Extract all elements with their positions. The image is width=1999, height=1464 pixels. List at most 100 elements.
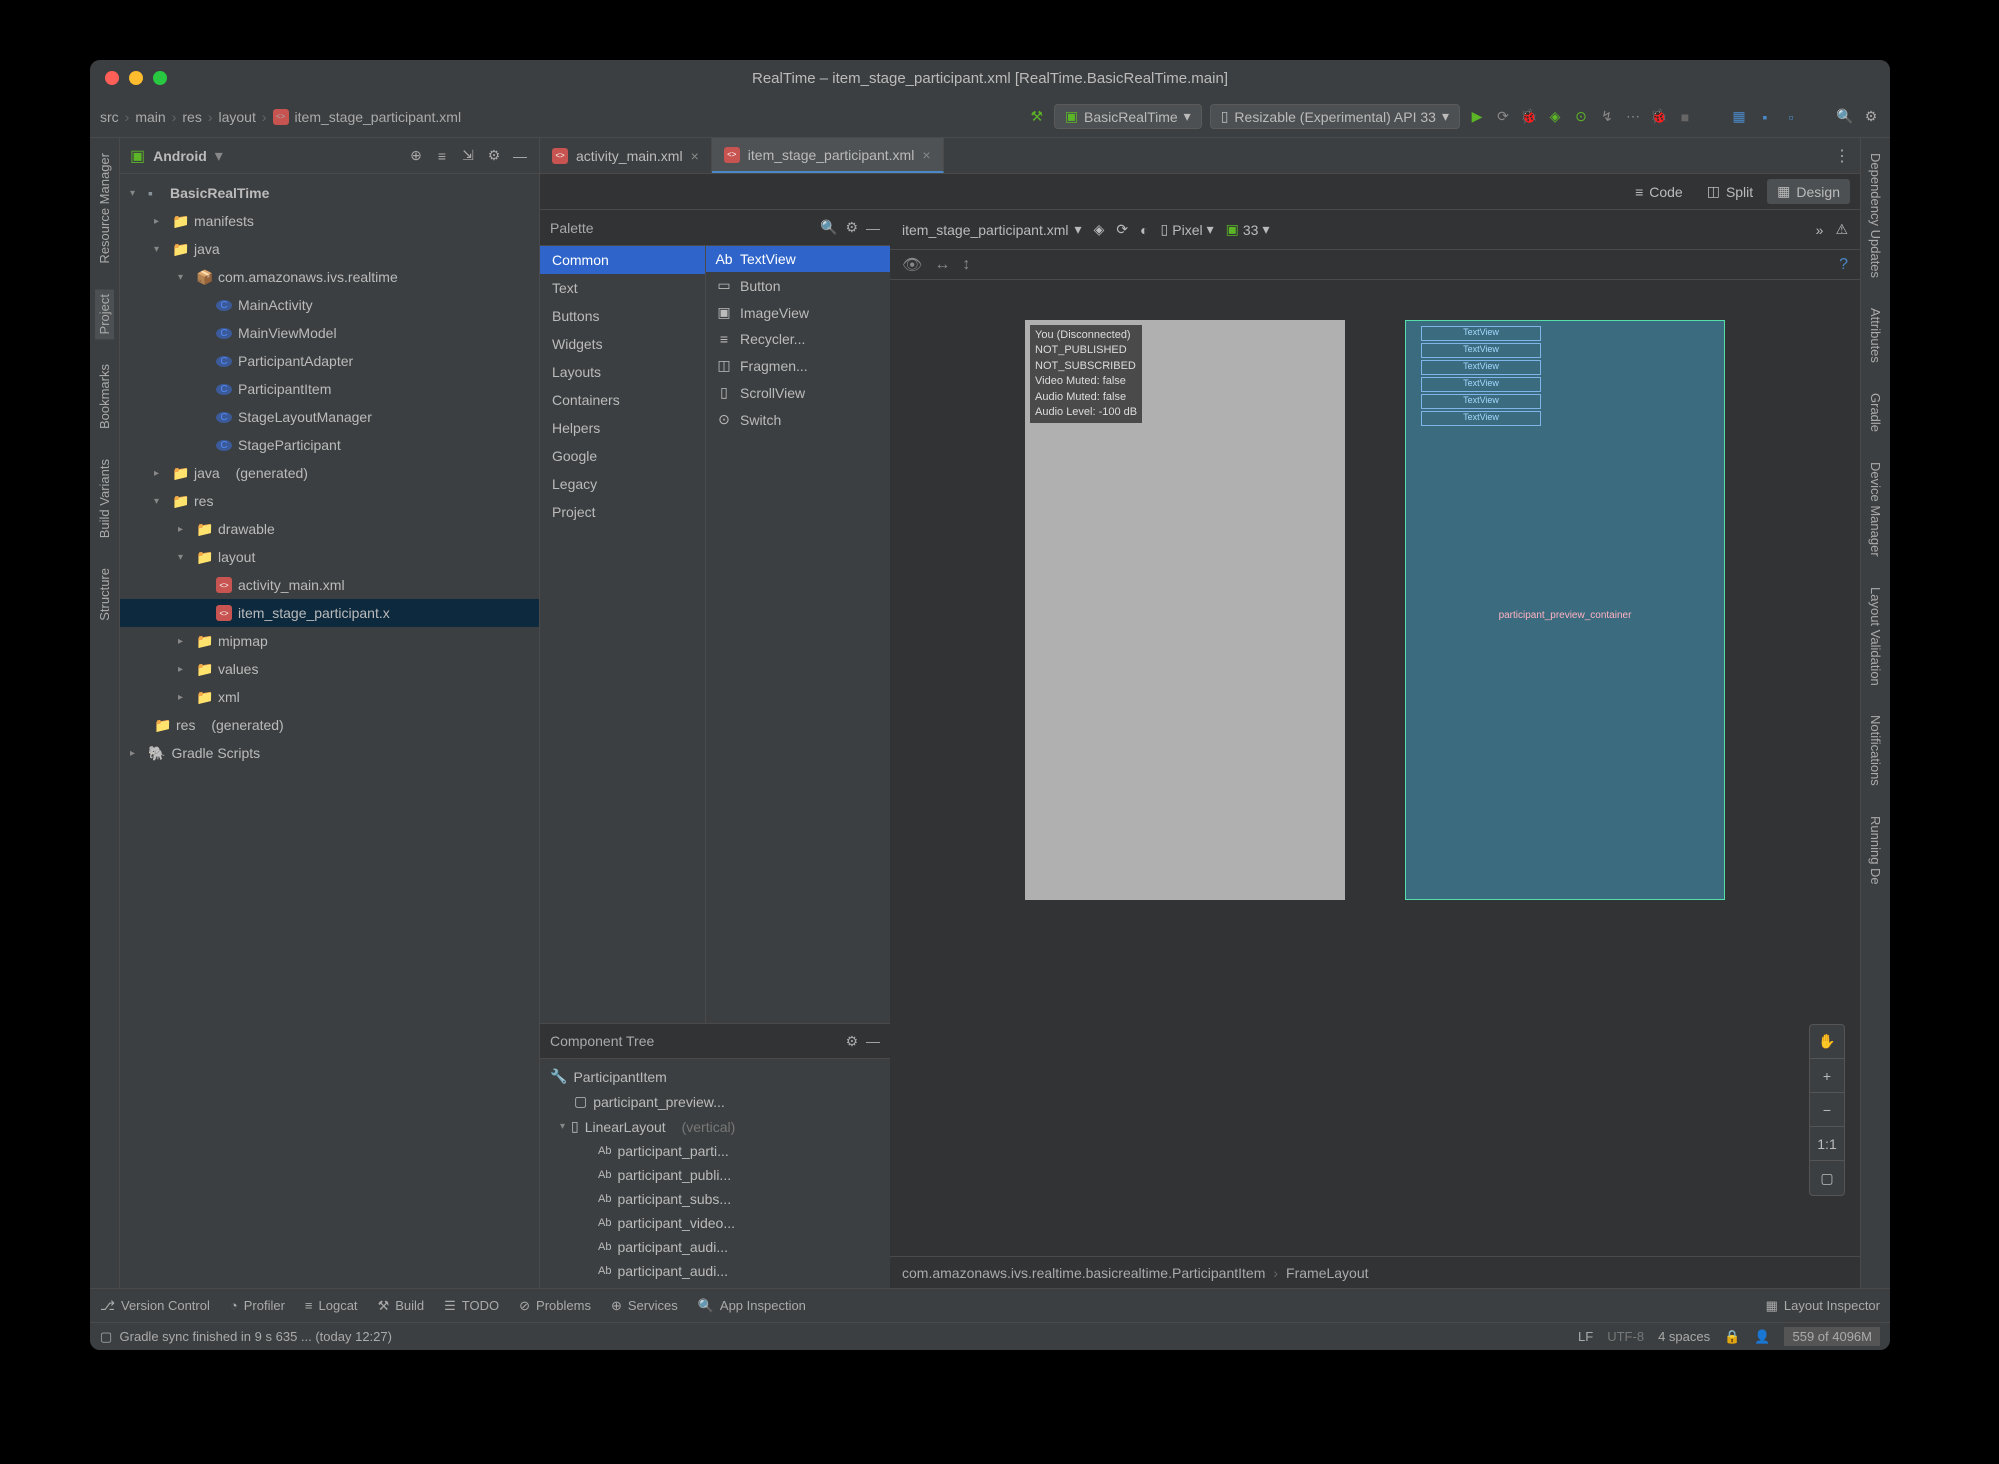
tool-tab-device-manager[interactable]: Device Manager bbox=[1866, 457, 1885, 562]
todo-button[interactable]: ☰TODO bbox=[444, 1298, 499, 1314]
tree-class[interactable]: MainViewModel bbox=[238, 325, 337, 341]
palette-item[interactable]: ▯ScrollView bbox=[706, 379, 890, 406]
palette-item[interactable]: ◫Fragmen... bbox=[706, 352, 890, 379]
collapse-all-icon[interactable]: ⇲ bbox=[459, 147, 477, 165]
breadcrumb-item[interactable]: src bbox=[100, 109, 119, 125]
design-preview[interactable]: You (Disconnected) NOT_PUBLISHED NOT_SUB… bbox=[1025, 320, 1345, 900]
component-node[interactable]: participant_preview... bbox=[593, 1094, 725, 1110]
night-mode-icon[interactable]: ◐ bbox=[1140, 222, 1148, 238]
palette-category[interactable]: Common bbox=[540, 246, 705, 274]
tool-tab-resource-manager[interactable]: Resource Manager bbox=[95, 148, 114, 269]
palette-category[interactable]: Widgets bbox=[540, 330, 705, 358]
help-icon[interactable]: ? bbox=[1839, 256, 1848, 274]
palette-item[interactable]: ≡Recycler... bbox=[706, 326, 890, 352]
warning-icon[interactable]: ⚠ bbox=[1835, 221, 1848, 238]
chevron-down-icon[interactable]: ▾ bbox=[215, 146, 223, 166]
palette-categories[interactable]: Common Text Buttons Widgets Layouts Cont… bbox=[540, 246, 705, 1023]
tree-class[interactable]: StageLayoutManager bbox=[238, 409, 372, 425]
debug-button[interactable]: 🐞 bbox=[1520, 108, 1538, 126]
zoom-in-button[interactable]: + bbox=[1810, 1059, 1844, 1093]
tree-folder[interactable]: layout bbox=[218, 549, 255, 565]
tree-file[interactable]: item_stage_participant.x bbox=[238, 605, 390, 621]
palette-item[interactable]: ⊙Switch bbox=[706, 406, 890, 433]
file-tab[interactable]: <> item_stage_participant.xml × bbox=[712, 138, 944, 173]
run-button[interactable]: ▶ bbox=[1468, 108, 1486, 126]
device-selector-dropdown[interactable]: ▯ Resizable (Experimental) API 33 ▾ bbox=[1210, 104, 1460, 129]
lock-icon[interactable]: 🔒 bbox=[1724, 1329, 1740, 1345]
canvas-breadcrumb-item[interactable]: FrameLayout bbox=[1286, 1265, 1368, 1281]
zoom-reset-button[interactable]: 1:1 bbox=[1810, 1127, 1844, 1161]
component-tree[interactable]: 🔧ParticipantItem ▢participant_preview...… bbox=[540, 1059, 890, 1288]
hammer-icon[interactable]: ⚒ bbox=[1028, 108, 1046, 126]
breadcrumb-item[interactable]: layout bbox=[219, 109, 256, 125]
tool-tab-notifications[interactable]: Notifications bbox=[1866, 710, 1885, 791]
minimize-panel-icon[interactable]: — bbox=[866, 1033, 880, 1049]
tool-tab-running-devices[interactable]: Running De bbox=[1866, 811, 1885, 890]
memory-indicator[interactable]: 559 of 4096M bbox=[1784, 1327, 1880, 1346]
more-actions-icon[interactable]: ⋯ bbox=[1624, 108, 1642, 126]
gear-icon[interactable]: ⚙ bbox=[846, 1033, 859, 1050]
overflow-icon[interactable]: » bbox=[1816, 222, 1824, 238]
device-dropdown[interactable]: ▯Pixel▾ bbox=[1161, 221, 1214, 238]
tree-folder[interactable]: xml bbox=[218, 689, 240, 705]
run-config-dropdown[interactable]: ▣ BasicRealTime ▾ bbox=[1054, 104, 1202, 129]
app-inspection-button[interactable]: 🔍App Inspection bbox=[698, 1298, 806, 1314]
breadcrumb-item[interactable]: item_stage_participant.xml bbox=[295, 109, 462, 125]
pan-button[interactable]: ✋ bbox=[1810, 1025, 1844, 1059]
tree-class[interactable]: ParticipantItem bbox=[238, 381, 331, 397]
gear-icon[interactable]: ⚙ bbox=[845, 219, 858, 236]
gear-icon[interactable]: ⚙ bbox=[485, 147, 503, 165]
avd-manager-icon[interactable]: ▦ bbox=[1730, 108, 1748, 126]
component-node[interactable]: participant_audi... bbox=[617, 1263, 728, 1279]
expand-icon[interactable]: ↕ bbox=[962, 256, 970, 274]
layout-inspector-button[interactable]: ▦Layout Inspector bbox=[1766, 1298, 1880, 1314]
problems-button[interactable]: ⊘Problems bbox=[519, 1298, 591, 1314]
bug-icon[interactable]: 🐞 bbox=[1650, 108, 1668, 126]
minimize-panel-icon[interactable]: — bbox=[511, 147, 529, 165]
canvas-viewport[interactable]: You (Disconnected) NOT_PUBLISHED NOT_SUB… bbox=[890, 280, 1860, 1256]
component-node[interactable]: participant_video... bbox=[617, 1215, 735, 1231]
expand-all-icon[interactable]: ≡ bbox=[433, 147, 451, 165]
palette-category[interactable]: Helpers bbox=[540, 414, 705, 442]
tool-tab-attributes[interactable]: Attributes bbox=[1866, 303, 1885, 368]
tool-tab-gradle[interactable]: Gradle bbox=[1866, 388, 1885, 437]
design-view-button[interactable]: ▦Design bbox=[1767, 179, 1850, 204]
zoom-fit-button[interactable]: ▢ bbox=[1810, 1161, 1844, 1195]
device-manager-icon[interactable]: ▫ bbox=[1782, 108, 1800, 126]
tree-folder[interactable]: java bbox=[194, 465, 220, 481]
zoom-out-button[interactable]: − bbox=[1810, 1093, 1844, 1127]
palette-item[interactable]: ▣ImageView bbox=[706, 299, 890, 326]
tree-gradle-scripts[interactable]: Gradle Scripts bbox=[171, 745, 260, 761]
code-view-button[interactable]: ≡Code bbox=[1625, 180, 1693, 204]
canvas-breadcrumb-item[interactable]: com.amazonaws.ivs.realtime.basicrealtime… bbox=[902, 1265, 1265, 1281]
attach-debugger-icon[interactable]: ↯ bbox=[1598, 108, 1616, 126]
palette-category[interactable]: Google bbox=[540, 442, 705, 470]
tree-class[interactable]: ParticipantAdapter bbox=[238, 353, 353, 369]
sdk-manager-icon[interactable]: ▪ bbox=[1756, 108, 1774, 126]
coverage-icon[interactable]: ◈ bbox=[1546, 108, 1564, 126]
build-button[interactable]: ⚒Build bbox=[378, 1298, 425, 1314]
logcat-button[interactable]: ≡Logcat bbox=[305, 1298, 358, 1313]
gear-icon[interactable]: ⚙ bbox=[1862, 108, 1880, 126]
breadcrumb-item[interactable]: res bbox=[182, 109, 201, 125]
project-view-label[interactable]: Android bbox=[153, 148, 207, 164]
apply-changes-icon[interactable]: ⟳ bbox=[1494, 108, 1512, 126]
search-icon[interactable]: 🔍 bbox=[820, 219, 837, 236]
palette-category[interactable]: Legacy bbox=[540, 470, 705, 498]
file-encoding[interactable]: UTF-8 bbox=[1607, 1329, 1644, 1344]
tree-class[interactable]: MainActivity bbox=[238, 297, 313, 313]
palette-category[interactable]: Buttons bbox=[540, 302, 705, 330]
palette-category[interactable]: Layouts bbox=[540, 358, 705, 386]
tree-file[interactable]: activity_main.xml bbox=[238, 577, 345, 593]
component-node[interactable]: participant_subs... bbox=[617, 1191, 731, 1207]
tree-root[interactable]: BasicRealTime bbox=[170, 185, 269, 201]
minimize-panel-icon[interactable]: — bbox=[866, 220, 880, 236]
arrows-icon[interactable]: ↔ bbox=[934, 256, 950, 274]
line-separator[interactable]: LF bbox=[1578, 1329, 1593, 1344]
tool-tab-project[interactable]: Project bbox=[95, 289, 114, 339]
design-surface-icon[interactable]: ◈ bbox=[1094, 221, 1105, 238]
navigation-breadcrumb[interactable]: src› main› res› layout› <> item_stage_pa… bbox=[100, 109, 461, 125]
palette-items[interactable]: AbTextView ▭Button ▣ImageView ≡Recycler.… bbox=[705, 246, 890, 1023]
breadcrumb-item[interactable]: main bbox=[135, 109, 165, 125]
orientation-icon[interactable]: ⟳ bbox=[1116, 221, 1128, 238]
